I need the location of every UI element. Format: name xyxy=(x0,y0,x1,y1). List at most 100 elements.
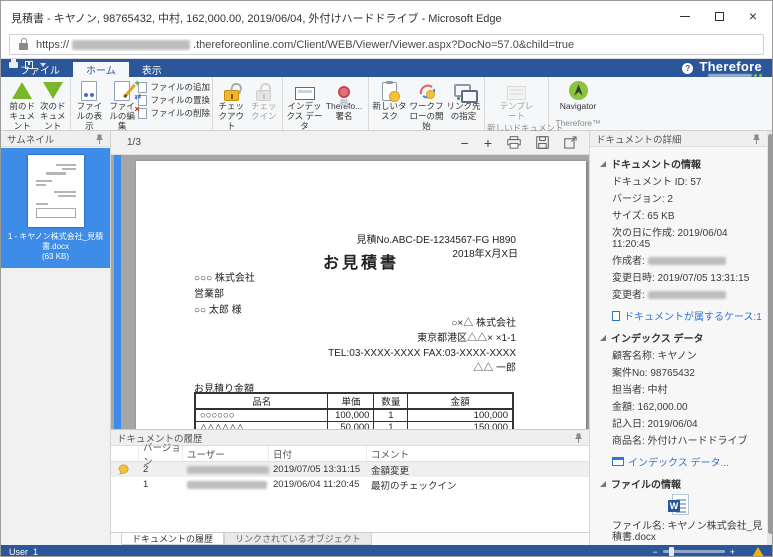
section-file-info[interactable]: ファイルの情報 xyxy=(600,476,763,491)
window-controls: × xyxy=(668,1,770,31)
group-move: 前のドキュメント 次のドキュメント 移動 xyxy=(5,77,71,130)
thumbnail-caption: 1 - キヤノン株式会社_見積書.docx xyxy=(3,232,108,252)
navigator-button[interactable]: Navigator xyxy=(560,78,597,112)
prev-document-icon xyxy=(12,79,32,102)
recipient-person: ○○ 太郎 様 xyxy=(194,303,255,319)
index-data-link[interactable]: インデックス データ... xyxy=(612,454,763,469)
checkout-button[interactable]: チェックアウト xyxy=(215,78,248,131)
group-version: チェックアウト チェックイン バージョン管理 xyxy=(213,77,283,130)
details-panel-header: ドキュメントの詳細 xyxy=(590,131,767,147)
close-button[interactable]: × xyxy=(736,1,770,31)
button-label: ファイルの追加 xyxy=(150,81,210,93)
zoom-plus-button[interactable]: + xyxy=(730,547,735,557)
scrollbar[interactable] xyxy=(767,131,773,545)
pin-icon[interactable] xyxy=(95,134,104,144)
tab-file[interactable]: ファイル xyxy=(7,62,73,77)
warning-triangle-icon[interactable] xyxy=(752,547,764,557)
url-path: .thereforeonline.com/Client/WEB/Viewer/V… xyxy=(193,39,574,51)
tab-document-history[interactable]: ドキュメントの履歴 xyxy=(121,533,224,545)
window-title: 見積書 - キヤノン, 98765432, 中村, 162,000.00, 20… xyxy=(11,10,502,26)
group-therefore: Navigator Therefore™ xyxy=(549,77,607,130)
replace-file-button[interactable]: ⇄ファイルの置換 xyxy=(138,94,210,106)
url-input[interactable]: https://.thereforeonline.com/Client/WEB/… xyxy=(9,34,764,55)
therefore-signature-button[interactable]: Therefo... 署名 xyxy=(323,78,365,122)
print-button[interactable] xyxy=(507,136,521,149)
minimize-button[interactable] xyxy=(668,1,702,31)
history-row[interactable]: 1 2019/06/04 11:20:45 最初のチェックイン xyxy=(111,477,589,492)
recipient-block: ○○○ 株式会社 営業部 ○○ 太郎 様 xyxy=(194,271,255,319)
checkin-lock-icon xyxy=(256,79,271,102)
tab-home[interactable]: ホーム xyxy=(73,62,129,77)
button-label: 新しいタスク xyxy=(371,102,408,122)
page-selection-strip xyxy=(114,155,121,429)
redacted-host xyxy=(72,40,190,50)
checkout-lock-icon xyxy=(224,79,239,102)
quote-number: 見積No.ABC-DE-1234567-FG H890 xyxy=(356,231,516,246)
index-case-no: 案件No: 98765432 xyxy=(612,368,763,379)
link-target-button[interactable]: リンク先の指定 xyxy=(445,78,482,122)
open-external-button[interactable] xyxy=(564,136,577,149)
section-document-info[interactable]: ドキュメントの情報 xyxy=(600,156,763,171)
maximize-icon xyxy=(715,12,724,21)
thumbnail-item-selected[interactable]: 1 - キヤノン株式会社_見積書.docx (63 KB) xyxy=(1,148,110,268)
save-button[interactable] xyxy=(536,136,549,149)
zoom-minus-button[interactable]: − xyxy=(652,547,657,557)
col-item: 品名 xyxy=(195,393,328,409)
sender-phone: TEL:03-XXXX-XXXX FAX:03-XXXX-XXXX xyxy=(328,346,516,361)
help-icon[interactable]: ? xyxy=(682,63,693,74)
view-file-icon xyxy=(81,79,97,102)
section-index-data[interactable]: インデックス データ xyxy=(600,330,763,345)
redacted-user xyxy=(187,466,269,474)
table-row: △△△△△△ 50,000 1 150,000 xyxy=(195,422,513,430)
new-task-button[interactable]: 新しいタスク xyxy=(371,78,408,122)
table-row: ○○○○○○ 100,000 1 100,000 xyxy=(195,409,513,422)
doc-modified: 変更日時: 2019/07/05 13:31:15 xyxy=(612,273,763,284)
col-user[interactable]: ユーザー xyxy=(183,446,269,461)
button-label: ファイルの置換 xyxy=(150,94,210,106)
thumbnail-panel: サムネイル 1 - キヤノン株式会社_見積書.docx (63 KB) xyxy=(1,131,111,545)
tab-view[interactable]: 表示 xyxy=(129,62,175,77)
close-icon: × xyxy=(749,9,757,23)
next-document-button[interactable]: 次のドキュメント xyxy=(38,78,69,131)
zoom-out-button[interactable]: − xyxy=(461,136,469,150)
index-customer: 顧客名称: キヤノン xyxy=(612,351,763,362)
recipient-department: 営業部 xyxy=(194,287,255,303)
delete-file-button[interactable]: ×ファイルの削除 xyxy=(138,107,210,119)
index-data-button[interactable]: インデックス データ xyxy=(286,78,323,131)
button-label: Navigator xyxy=(560,102,596,112)
col-comment[interactable]: コメント xyxy=(367,446,589,461)
file-name: ファイル名: キヤノン株式会社_見積書.docx xyxy=(612,521,763,543)
zoom-slider[interactable] xyxy=(663,550,725,553)
group-label-therefore: Therefore™ xyxy=(551,117,605,130)
view-file-button[interactable]: ファイルの表示 xyxy=(73,78,106,131)
group-new-document: テンプレート 新しいドキュメント xyxy=(485,77,549,130)
tab-linked-objects[interactable]: リンクされているオブジェクト xyxy=(224,533,372,545)
zoom-in-button[interactable]: + xyxy=(484,136,492,150)
word-file-icon: W xyxy=(672,494,689,515)
col-amount: 金額 xyxy=(408,393,513,409)
document-canvas[interactable]: 見積No.ABC-DE-1234567-FG H890 2018年X月X日 お見… xyxy=(111,155,589,429)
col-version[interactable]: バージョン xyxy=(139,446,183,461)
button-label: リンク先の指定 xyxy=(445,102,482,122)
index-product: 商品名: 外付けハードドライブ xyxy=(612,436,763,447)
brand-logo: Therefore xyxy=(699,60,762,77)
zoom-slider-thumb[interactable] xyxy=(669,547,674,556)
col-date[interactable]: 日付 xyxy=(269,446,367,461)
group-edit: ファイルの表示 ファイルの編集 +ファイルの追加 ⇄ファイルの置換 ×ファイルの… xyxy=(71,77,213,130)
history-row[interactable]: 2 2019/07/05 13:31:15 金額変更 xyxy=(111,462,589,477)
start-workflow-button[interactable]: ワークフローの開始 xyxy=(408,78,445,131)
redacted-user xyxy=(187,481,267,489)
add-file-button[interactable]: +ファイルの追加 xyxy=(138,81,210,93)
prev-document-button[interactable]: 前のドキュメント xyxy=(7,78,38,131)
pin-icon[interactable] xyxy=(752,134,761,144)
sender-company: ○×△ 株式会社 xyxy=(328,316,516,331)
address-bar: https://.thereforeonline.com/Client/WEB/… xyxy=(1,31,772,59)
button-label: チェックイン xyxy=(248,102,281,122)
pin-icon[interactable] xyxy=(574,433,583,443)
case-link[interactable]: ドキュメントが属するケース:1 xyxy=(612,308,763,323)
history-panel: ドキュメントの履歴 バージョン ユーザー 日付 コメント 2 2019/07/0… xyxy=(111,429,589,532)
maximize-button[interactable] xyxy=(702,1,736,31)
sender-address: 東京都港区△△× ×1-1 xyxy=(328,331,516,346)
scrollbar-thumb[interactable] xyxy=(768,134,773,534)
doc-created: 次の日に作成: 2019/06/04 11:20:45 xyxy=(612,228,763,250)
